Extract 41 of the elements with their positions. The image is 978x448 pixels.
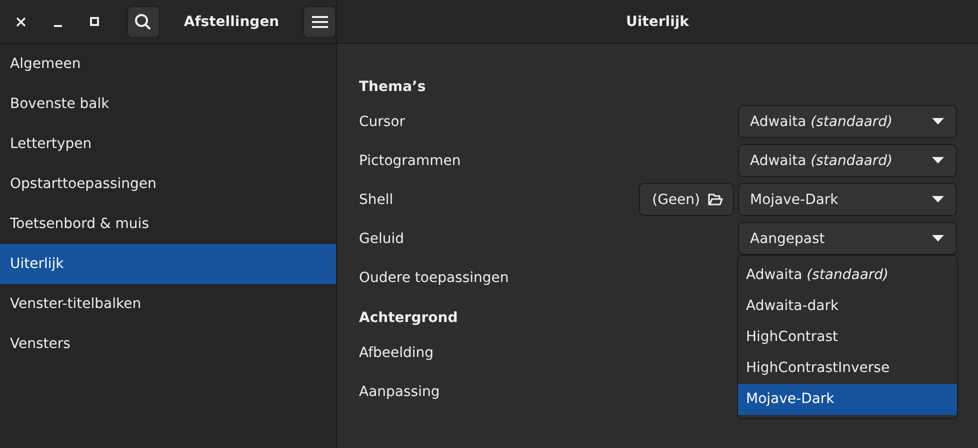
close-icon — [16, 16, 26, 26]
sidebar-item[interactable]: Lettertypen — [0, 124, 336, 164]
dropdown[interactable]: Adwaita (standaard) — [738, 105, 957, 138]
menu-item[interactable]: HighContrastInverse — [738, 353, 957, 384]
app-title: Afstellingen — [182, 14, 280, 30]
menu-icon — [312, 14, 328, 28]
dropdown[interactable]: Mojave-Dark — [738, 183, 957, 216]
search-button[interactable] — [127, 6, 160, 38]
section-heading: Achtergrond — [359, 309, 458, 328]
dropdown-arrow-icon — [932, 196, 944, 203]
maximize-icon — [90, 17, 100, 26]
menu-item[interactable]: HighContrast — [738, 322, 957, 353]
setting-label: Aanpassing — [359, 384, 440, 400]
setting-label: Geluid — [359, 230, 404, 246]
dropdown-arrow-icon — [932, 235, 944, 242]
setting-label: Pictogrammen — [359, 152, 461, 168]
minimize-icon — [54, 24, 62, 26]
sidebar-item[interactable]: Toetsenbord & muis — [0, 204, 336, 244]
page-title: Uiterlijk — [626, 14, 689, 30]
file-chooser-button[interactable]: (Geen) — [639, 183, 734, 216]
setting-label: Cursor — [359, 114, 406, 130]
menu-button[interactable] — [303, 6, 336, 38]
setting-label: Afbeelding — [359, 344, 434, 360]
sidebar-item[interactable]: Algemeen — [0, 44, 336, 84]
dropdown[interactable]: Adwaita (standaard) — [738, 144, 957, 177]
search-icon — [134, 12, 152, 30]
sidebar-item[interactable]: Venster-titelbalken — [0, 284, 336, 324]
folder-icon — [708, 193, 723, 206]
sidebar-item[interactable]: Bovenste balk — [0, 84, 336, 124]
menu-item[interactable]: Adwaita (standaard) — [738, 260, 957, 291]
sidebar-item[interactable]: Opstarttoepassingen — [0, 164, 336, 204]
sidebar-item[interactable]: Vensters — [0, 324, 336, 364]
setting-label: Oudere toepassingen — [359, 270, 509, 286]
dropdown-arrow-icon — [932, 118, 944, 125]
section-heading: Thema’s — [359, 78, 426, 97]
setting-label: Shell — [359, 192, 394, 208]
dropdown-arrow-icon — [932, 157, 944, 164]
menu-item[interactable]: Adwaita-dark — [738, 291, 957, 322]
sidebar-item[interactable]: Uiterlijk — [0, 244, 336, 284]
dropdown[interactable]: Aangepast — [738, 222, 957, 255]
menu-item[interactable]: Mojave-Dark — [738, 384, 957, 415]
